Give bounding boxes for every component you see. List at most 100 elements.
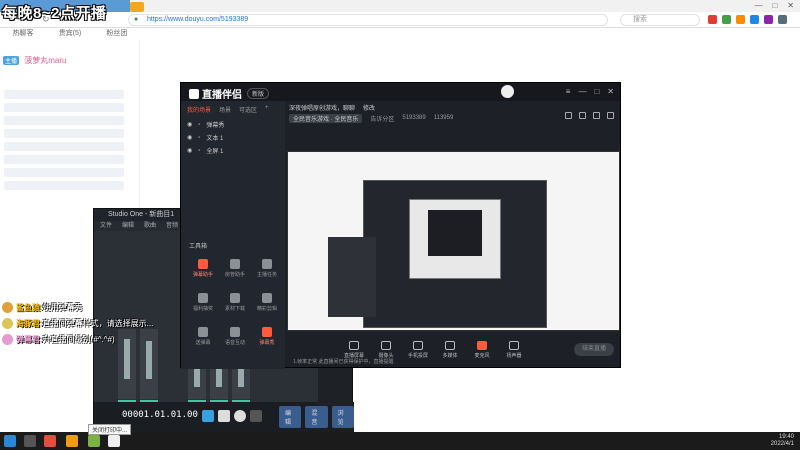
maximize-icon[interactable]: □ xyxy=(772,1,777,10)
extension-icon[interactable] xyxy=(722,15,731,24)
studio-menu-item[interactable]: 编辑 xyxy=(122,221,134,231)
app-icon[interactable] xyxy=(66,435,78,447)
tool-icon xyxy=(198,327,208,337)
subtab-item[interactable]: 热聊客 xyxy=(13,28,34,40)
system-tray[interactable]: 19:40 2022/4/1 xyxy=(771,434,794,448)
eye-icon[interactable]: ◉ xyxy=(187,121,192,128)
scene-item[interactable]: ◉ ▫ 弹幕秀 xyxy=(181,118,285,131)
user-name[interactable]: 菠萝丸maru xyxy=(24,56,66,65)
scene-item[interactable]: ◉ ▫ 全屏 1 xyxy=(181,144,285,157)
studio-view-tabs: 编辑 混音 浏览 xyxy=(279,406,354,428)
maximize-icon[interactable]: □ xyxy=(594,87,599,96)
studio-tab[interactable]: 浏览 xyxy=(331,406,354,428)
taskbar-tooltip: 关闭打印中... xyxy=(88,424,132,435)
tool-icon[interactable] xyxy=(565,112,572,119)
nested-preview xyxy=(409,199,501,279)
transport-bar: 00001.01.01.00 编辑 混音 浏览 xyxy=(94,402,354,432)
search-input[interactable]: 搜索 xyxy=(620,14,700,26)
menu-icon[interactable] xyxy=(778,15,787,24)
tool-item[interactable]: 房管助手 xyxy=(219,259,251,285)
source-button[interactable]: 扬声器 xyxy=(503,341,525,359)
studio-tab[interactable]: 混音 xyxy=(305,406,328,428)
category-pill[interactable]: 全民音乐游戏 · 全民音乐 xyxy=(289,113,363,123)
lock-icon[interactable]: ▫ xyxy=(198,135,200,141)
chat-text: 升直播间级别(#^.^#) xyxy=(42,334,115,344)
side-tab[interactable]: 可选区 xyxy=(239,105,257,114)
room-title: 深夜弹唱原创游戏，聊聊 xyxy=(289,105,356,112)
studio-menu-item[interactable]: 音频 xyxy=(166,221,178,231)
record-icon[interactable] xyxy=(234,410,246,422)
extension-icon[interactable] xyxy=(708,15,717,24)
eye-icon[interactable]: ◉ xyxy=(187,147,192,154)
stream-preview[interactable] xyxy=(287,151,620,331)
side-tab[interactable]: 场景 xyxy=(219,105,231,114)
stop-icon[interactable] xyxy=(202,410,214,422)
side-tab[interactable]: 我的场景 xyxy=(187,105,211,114)
eye-icon[interactable]: ◉ xyxy=(187,134,192,141)
version-badge[interactable]: 新版 xyxy=(247,88,270,99)
minimize-icon[interactable]: — xyxy=(754,1,762,10)
chat-sender[interactable]: 海豚君: xyxy=(16,318,43,329)
tool-item[interactable]: 送弹幕 xyxy=(187,327,219,353)
end-stream-button[interactable]: 结束直播 xyxy=(574,343,614,356)
chat-sender[interactable]: 鲨鱼猿: xyxy=(16,302,43,313)
live-header: 直播伴侣 新版 ≡ — □ ✕ xyxy=(181,83,620,101)
scene-item[interactable]: ◉ ▫ 文本 1 xyxy=(181,131,285,144)
extension-icon[interactable] xyxy=(764,15,773,24)
task-view-icon[interactable] xyxy=(24,435,36,447)
tool-icon xyxy=(262,259,272,269)
menu-icon[interactable]: ≡ xyxy=(566,87,571,96)
add-icon[interactable]: + xyxy=(265,105,269,114)
close-icon[interactable]: ✕ xyxy=(607,87,614,96)
browser-tab-favicon-icon[interactable] xyxy=(130,2,144,12)
chat-text: 直播间弹幕样式，请选择展示... xyxy=(42,318,154,328)
studio-menu-item[interactable]: 文件 xyxy=(100,221,112,231)
extension-icon[interactable] xyxy=(750,15,759,24)
share-icon[interactable] xyxy=(607,112,614,119)
toolbox-grid: 弹幕助手 房管助手 主播任务 福利抽奖 素材下载 精彩剪辑 送弹幕 语音互动 弹… xyxy=(187,259,283,353)
subtab-item[interactable]: 贵宾(5) xyxy=(59,28,82,40)
tool-item[interactable]: 弹幕助手 xyxy=(187,259,219,285)
edit-title-button[interactable]: 修改 xyxy=(363,103,375,112)
source-button[interactable]: 手机投屏 xyxy=(407,341,429,359)
tool-icon[interactable] xyxy=(593,112,600,119)
lock-icon[interactable]: ▫ xyxy=(198,122,200,128)
microphone-icon xyxy=(477,341,487,350)
source-button[interactable]: 直播屏幕 xyxy=(343,341,365,359)
category-change[interactable]: 告诉分区 xyxy=(370,114,394,123)
app-icon[interactable] xyxy=(88,435,100,447)
studio-tab[interactable]: 编辑 xyxy=(279,406,302,428)
play-icon[interactable] xyxy=(218,410,230,422)
browser-chrome: — □ ✕ ← → ↻ ● https://www.douyu.com/5193… xyxy=(0,0,800,28)
tool-item[interactable]: 弹幕秀 xyxy=(251,327,283,353)
tool-item[interactable]: 福利抽奖 xyxy=(187,293,219,319)
app-icon[interactable] xyxy=(108,435,120,447)
source-button[interactable]: 麦克风 xyxy=(471,341,493,359)
clock-time: 19:40 xyxy=(778,434,794,440)
tool-item[interactable]: 素材下载 xyxy=(219,293,251,319)
close-icon[interactable]: ✕ xyxy=(787,1,794,10)
transport-time: 00001.01.01.00 xyxy=(122,410,198,420)
tool-item[interactable]: 主播任务 xyxy=(251,259,283,285)
start-icon[interactable] xyxy=(4,435,16,447)
studio-menu-item[interactable]: 歌曲 xyxy=(144,221,156,231)
lock-icon[interactable]: ▫ xyxy=(198,148,200,154)
tool-item[interactable]: 精彩剪辑 xyxy=(251,293,283,319)
loop-icon[interactable] xyxy=(250,410,262,422)
avatar[interactable] xyxy=(501,85,514,98)
subtab-item[interactable]: 粉丝团 xyxy=(106,28,127,40)
browser-icon[interactable] xyxy=(44,435,56,447)
live-sidebar: 我的场景 场景 可选区 + ◉ ▫ 弹幕秀 ◉ ▫ 文本 1 ◉ ▫ 全屏 1 工具箱 弹幕… xyxy=(181,101,285,369)
minimize-icon[interactable]: — xyxy=(578,87,586,96)
avatar xyxy=(2,333,13,345)
speaker-icon xyxy=(509,341,519,350)
address-bar[interactable]: ● https://www.douyu.com/5193389 xyxy=(128,14,608,26)
chat-sender[interactable]: 弹幕君: xyxy=(16,334,43,345)
source-button[interactable]: 摄像头 xyxy=(375,341,397,359)
tool-icon[interactable] xyxy=(579,112,586,119)
room-id: 5193389 xyxy=(402,115,426,121)
source-button[interactable]: 多媒体 xyxy=(439,341,461,359)
phone-icon xyxy=(413,341,423,350)
extension-icon[interactable] xyxy=(736,15,745,24)
tool-item[interactable]: 语音互动 xyxy=(219,327,251,353)
